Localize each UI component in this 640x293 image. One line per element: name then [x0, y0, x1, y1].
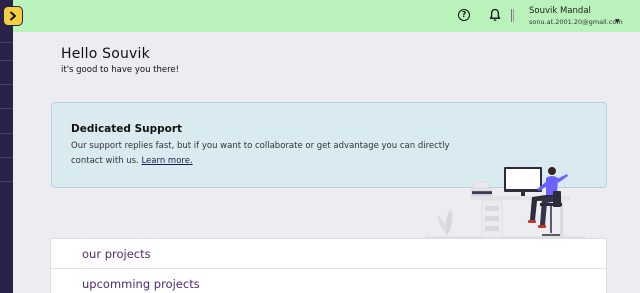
sidebar-divider	[0, 84, 13, 85]
user-email[interactable]: sonu.at.2001.20@gmail.com	[529, 18, 623, 26]
support-text: Our support replies fast, but if you wan…	[71, 139, 461, 169]
sidebar-toggle-button[interactable]	[3, 6, 23, 26]
help-icon[interactable]: ?	[458, 9, 470, 21]
projects-panel: our projects upcomming projects	[50, 238, 607, 293]
list-item[interactable]: our projects	[51, 239, 606, 269]
support-description: Our support replies fast, but if you wan…	[71, 141, 450, 166]
page-title: Hello Souvik	[61, 46, 150, 62]
sidebar-divider	[0, 42, 13, 43]
caret-down-icon[interactable]: ▼	[615, 18, 620, 25]
sidebar	[0, 0, 13, 293]
chevron-right-icon	[10, 11, 16, 21]
header-divider	[513, 9, 514, 22]
sidebar-divider	[0, 157, 13, 158]
sidebar-divider	[0, 133, 13, 134]
top-header: ? Souvik Mandal sonu.at.2001.20@gmail.co…	[13, 0, 640, 32]
list-item[interactable]: upcomming projects	[51, 269, 606, 293]
sidebar-divider	[0, 60, 13, 61]
sidebar-divider	[0, 181, 13, 182]
header-divider	[511, 9, 512, 22]
project-link[interactable]: upcomming projects	[82, 277, 200, 291]
support-illustration	[425, 167, 585, 238]
page-subtitle: it's good to have you there!	[61, 65, 180, 75]
sidebar-divider	[0, 108, 13, 109]
bell-icon[interactable]	[489, 8, 501, 22]
project-link[interactable]: our projects	[82, 247, 151, 261]
learn-more-link[interactable]: Learn more.	[141, 156, 192, 166]
support-title: Dedicated Support	[71, 123, 183, 135]
user-name[interactable]: Souvik Mandal	[529, 6, 591, 16]
